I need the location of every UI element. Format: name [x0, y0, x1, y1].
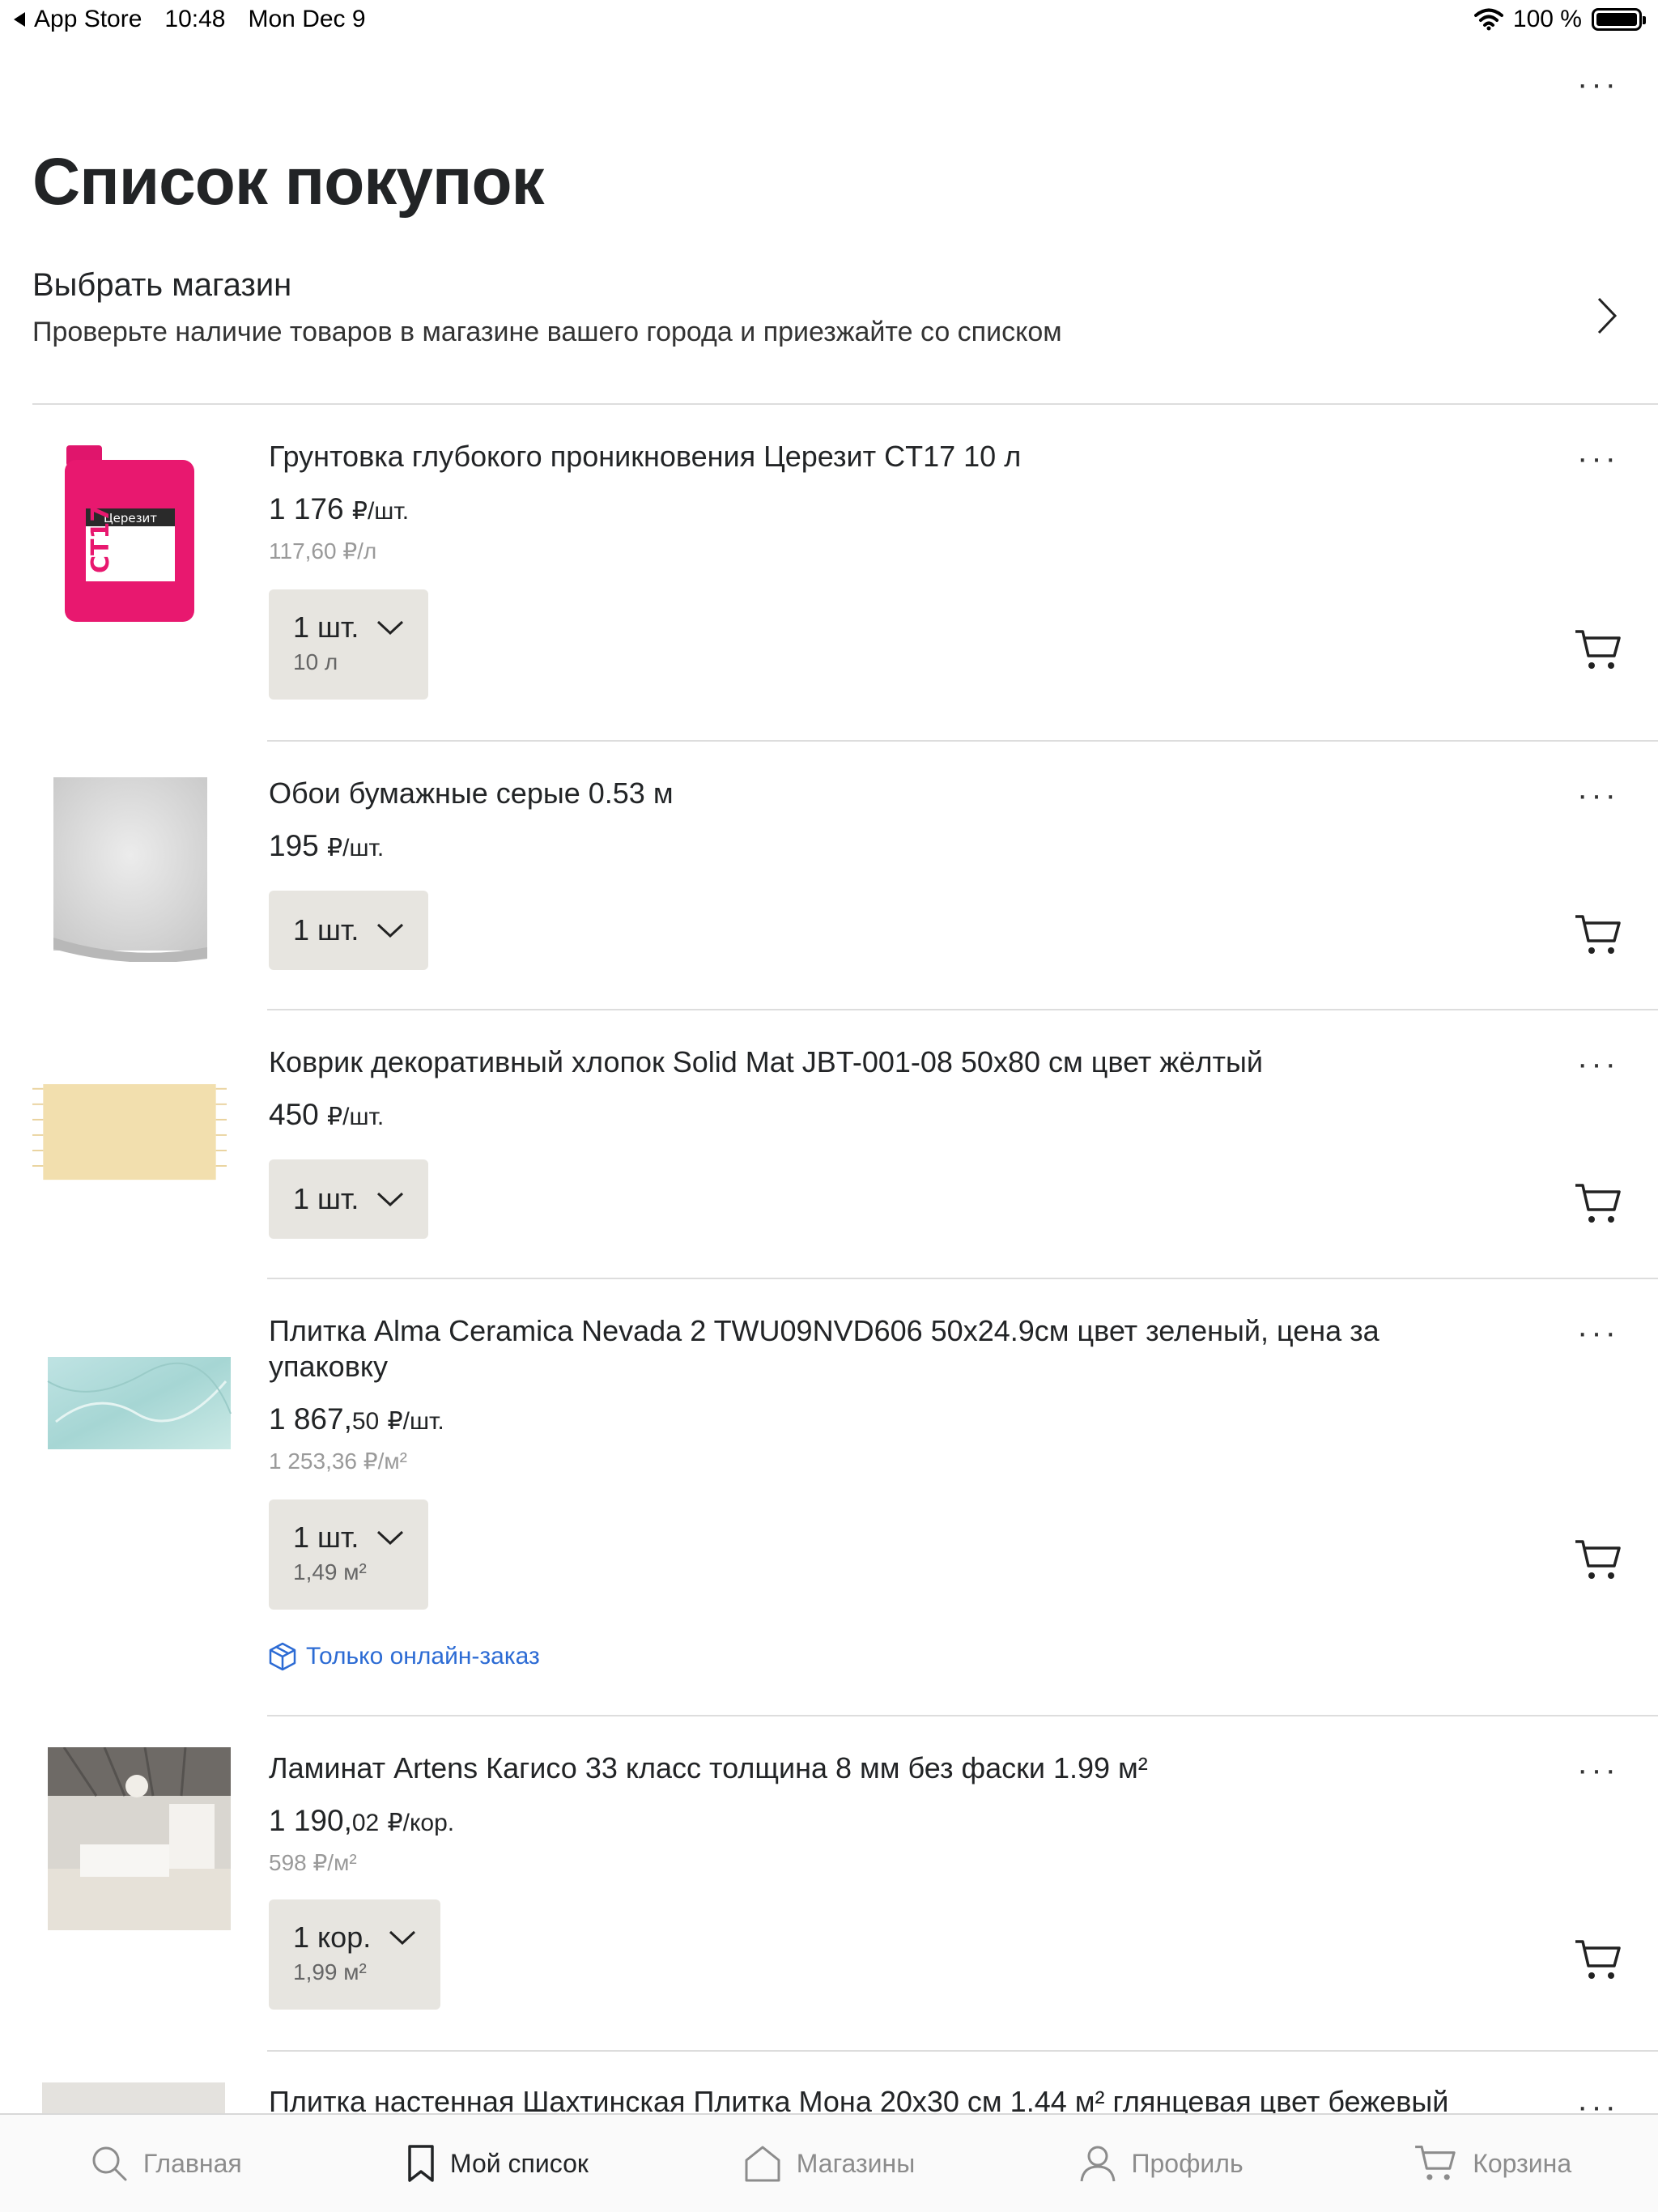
tab-label: Профиль	[1131, 2148, 1244, 2178]
battery-icon	[1592, 8, 1646, 31]
battery-percent: 100 %	[1512, 6, 1582, 32]
status-time: 10:48	[164, 6, 226, 32]
list-item: Плитка Alma Ceramica Nevada 2 TWU09NVD60…	[0, 1279, 1658, 1716]
add-to-cart-icon[interactable]	[1574, 1538, 1622, 1582]
product-image-primer: Церезит CT17	[65, 445, 194, 622]
tab-cart[interactable]: Корзина	[1326, 2115, 1658, 2212]
product-image-laminate	[48, 1747, 231, 1930]
list-item: Церезит CT17 Грунтовка глубокого проникн…	[0, 405, 1658, 742]
tab-home[interactable]: Главная	[0, 2115, 332, 2212]
bookmark-icon	[408, 2145, 434, 2182]
tab-stores[interactable]: Магазины	[663, 2115, 995, 2212]
quantity-selector[interactable]: 1 шт. 1,49 м²	[269, 1499, 429, 1610]
price-unit: ₽/шт.	[387, 1408, 444, 1435]
tab-my-list[interactable]: Мой список	[332, 2115, 664, 2212]
unit-price: 117,60 ₽/л	[269, 538, 377, 564]
price-unit: ₽/шт.	[327, 1104, 385, 1130]
quantity-value: 1 шт.	[293, 913, 359, 946]
price-kopecks: 02	[351, 1810, 380, 1836]
back-to-app-store-link[interactable]: App Store	[13, 6, 142, 33]
price-value: 1 176	[269, 492, 344, 525]
quantity-value: 1 шт.	[293, 1182, 359, 1215]
store-picker-subtitle: Проверьте наличие товаров в магазине ваш…	[32, 317, 1062, 347]
item-more-button[interactable]: ···	[1577, 1315, 1619, 1351]
quantity-value: 1 кор.	[293, 1921, 372, 1954]
price-value: 195	[269, 829, 319, 862]
product-price: 450 ₽/шт.	[269, 1098, 384, 1132]
product-name[interactable]: Коврик декоративный хлопок Solid Mat JBT…	[269, 1044, 1451, 1080]
add-to-cart-icon[interactable]	[1574, 913, 1622, 957]
back-app-label: App Store	[34, 6, 142, 32]
svg-text:CT17: CT17	[87, 505, 115, 573]
product-image-mat	[32, 1084, 227, 1180]
price-value: 450	[269, 1098, 319, 1131]
page-title: Список покупок	[32, 145, 545, 219]
item-more-button[interactable]: ···	[1577, 1752, 1619, 1789]
chevron-right-icon	[1597, 297, 1618, 334]
package-icon	[269, 1642, 296, 1671]
wifi-icon	[1473, 8, 1503, 31]
quantity-value: 1 шт.	[293, 1521, 359, 1554]
status-date: Mon Dec 9	[248, 6, 366, 32]
chevron-down-icon	[377, 1192, 404, 1207]
price-value: 1 190,	[269, 1804, 352, 1837]
product-name[interactable]: Обои бумажные серые 0.53 м	[269, 776, 1451, 811]
chevron-down-icon	[377, 620, 404, 636]
online-only-badge: Только онлайн-заказ	[269, 1642, 540, 1671]
chevron-down-icon	[377, 1530, 404, 1546]
product-name[interactable]: Плитка Alma Ceramica Nevada 2 TWU09NVD60…	[269, 1313, 1451, 1385]
product-price: 195 ₽/шт.	[269, 829, 384, 863]
store-picker-title: Выбрать магазин	[32, 267, 292, 303]
item-more-button[interactable]: ···	[1577, 1046, 1619, 1083]
list-item: Ламинат Artens Кагисо 33 класс толщина 8…	[0, 1716, 1658, 2052]
product-price: 1 190,02 ₽/кор.	[269, 1804, 454, 1838]
quantity-value: 1 шт.	[293, 610, 359, 644]
price-unit: ₽/шт.	[327, 835, 385, 861]
product-name[interactable]: Грунтовка глубокого проникновения Церези…	[269, 439, 1451, 474]
price-unit: ₽/шт.	[351, 498, 410, 525]
product-image-wallpaper	[53, 777, 207, 962]
search-icon	[92, 2146, 127, 2181]
quantity-subvalue: 1,49 м²	[293, 1559, 367, 1585]
chevron-down-icon	[389, 1930, 416, 1946]
unit-price: 1 253,36 ₽/м²	[269, 1448, 407, 1474]
person-icon	[1080, 2146, 1115, 2182]
screen: App Store 10:48 Mon Dec 9 100 % ··· Спис…	[0, 0, 1658, 2212]
list-item: Коврик декоративный хлопок Solid Mat JBT…	[0, 1010, 1658, 1279]
tab-label: Магазины	[796, 2148, 916, 2178]
page-more-button[interactable]: ···	[1577, 66, 1619, 103]
house-icon	[745, 2146, 780, 2182]
tab-label: Корзина	[1473, 2148, 1572, 2178]
quantity-selector[interactable]: 1 кор. 1,99 м²	[269, 1899, 441, 2010]
quantity-subvalue: 1,99 м²	[293, 1959, 367, 1984]
product-image-tile	[47, 1357, 232, 1449]
cart-icon	[1415, 2146, 1456, 2180]
item-more-button[interactable]: ···	[1577, 777, 1619, 814]
tab-profile[interactable]: Профиль	[995, 2115, 1327, 2212]
product-price: 1 176 ₽/шт.	[269, 492, 409, 526]
product-price: 1 867,50 ₽/шт.	[269, 1402, 444, 1436]
quantity-selector[interactable]: 1 шт. 10 л	[269, 589, 429, 700]
add-to-cart-icon[interactable]	[1574, 1938, 1622, 1982]
quantity-selector[interactable]: 1 шт.	[269, 891, 429, 970]
add-to-cart-icon[interactable]	[1574, 1182, 1622, 1226]
price-value: 1 867,	[269, 1402, 352, 1436]
back-triangle-icon	[14, 12, 25, 27]
chevron-down-icon	[377, 923, 404, 938]
add-to-cart-icon[interactable]	[1574, 628, 1622, 672]
price-kopecks: 50	[351, 1408, 380, 1435]
tab-label: Главная	[142, 2148, 242, 2178]
price-unit: ₽/кор.	[387, 1810, 455, 1836]
online-only-label: Только онлайн-заказ	[306, 1643, 540, 1670]
product-name[interactable]: Ламинат Artens Кагисо 33 класс толщина 8…	[269, 1750, 1451, 1786]
unit-price: 598 ₽/м²	[269, 1850, 357, 1875]
tab-label: Мой список	[449, 2148, 589, 2178]
quantity-selector[interactable]: 1 шт.	[269, 1159, 429, 1239]
quantity-subvalue: 10 л	[293, 649, 338, 674]
list-item: Обои бумажные серые 0.53 м 195 ₽/шт. 1 ш…	[0, 742, 1658, 1010]
item-more-button[interactable]: ···	[1577, 440, 1619, 477]
tab-bar: Главная Мой список Магазины Профиль Корз…	[0, 2113, 1658, 2212]
store-picker[interactable]: Выбрать магазин Проверьте наличие товаро…	[32, 267, 1658, 405]
status-bar: App Store 10:48 Mon Dec 9 100 %	[0, 0, 1658, 40]
